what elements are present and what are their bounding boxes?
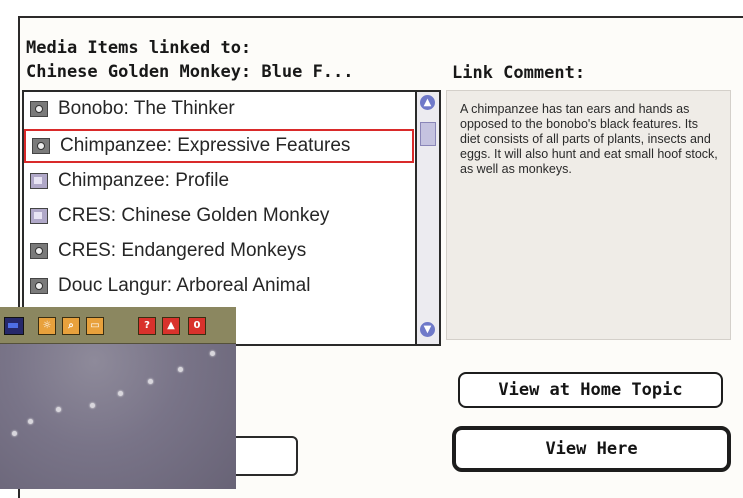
list-item[interactable]: CRES: Chinese Golden Monkey bbox=[24, 199, 414, 233]
sun-icon[interactable]: ☼ bbox=[38, 317, 56, 335]
overlay-toolbar: ☼ ⌕ ▭ ? ▲ 0 bbox=[0, 307, 236, 344]
camera-icon bbox=[30, 101, 48, 117]
triangle-icon[interactable]: ▲ bbox=[162, 317, 180, 335]
link-comment-label: Link Comment: bbox=[452, 63, 586, 83]
media-items-header: Media Items linked to: Chinese Golden Mo… bbox=[26, 36, 354, 84]
list-item-label: CRES: Chinese Golden Monkey bbox=[58, 205, 330, 226]
header-line-2: Chinese Golden Monkey: Blue F... bbox=[26, 62, 354, 82]
list-item-label: Chimpanzee: Expressive Features bbox=[60, 135, 351, 156]
header-line-1: Media Items linked to: bbox=[26, 38, 252, 58]
document-icon bbox=[30, 173, 48, 189]
list-scrollbar[interactable]: ▲ ▼ bbox=[415, 92, 439, 344]
link-comment-text: A chimpanzee has tan ears and hands as o… bbox=[446, 90, 731, 340]
dot bbox=[28, 419, 33, 424]
dot bbox=[148, 379, 153, 384]
scroll-thumb[interactable] bbox=[420, 122, 436, 146]
camera-icon bbox=[32, 138, 50, 154]
scroll-up-icon[interactable]: ▲ bbox=[420, 95, 435, 110]
info-icon[interactable]: 0 bbox=[188, 317, 206, 335]
app-logo-icon bbox=[4, 317, 24, 335]
dot bbox=[90, 403, 95, 408]
camera-icon bbox=[30, 243, 48, 259]
list-item[interactable]: Bonobo: The Thinker bbox=[24, 92, 414, 126]
camera-icon bbox=[30, 278, 48, 294]
dot bbox=[178, 367, 183, 372]
dot bbox=[118, 391, 123, 396]
list-item-label: Douc Langur: Arboreal Animal bbox=[58, 275, 311, 296]
folder-icon[interactable]: ▭ bbox=[86, 317, 104, 335]
list-item[interactable]: Douc Langur: Arboreal Animal bbox=[24, 269, 414, 303]
view-at-home-topic-button[interactable]: View at Home Topic bbox=[458, 372, 723, 408]
list-item-label: Bonobo: The Thinker bbox=[58, 98, 235, 119]
list-item[interactable]: Chimpanzee: Profile bbox=[24, 164, 414, 198]
overlay-panel: ☼ ⌕ ▭ ? ▲ 0 bbox=[0, 307, 236, 489]
dot bbox=[12, 431, 17, 436]
scroll-down-icon[interactable]: ▼ bbox=[420, 322, 435, 337]
magnifier-icon[interactable]: ⌕ bbox=[62, 317, 80, 335]
list-item-label: CRES: Endangered Monkeys bbox=[58, 240, 307, 261]
dot bbox=[56, 407, 61, 412]
list-item-label: Chimpanzee: Profile bbox=[58, 170, 230, 191]
dot bbox=[210, 351, 215, 356]
list-item[interactable]: CRES: Endangered Monkeys bbox=[24, 234, 414, 268]
list-item-selected[interactable]: Chimpanzee: Expressive Features bbox=[24, 129, 414, 163]
document-icon bbox=[30, 208, 48, 224]
view-here-button[interactable]: View Here bbox=[452, 426, 731, 472]
help-icon[interactable]: ? bbox=[138, 317, 156, 335]
